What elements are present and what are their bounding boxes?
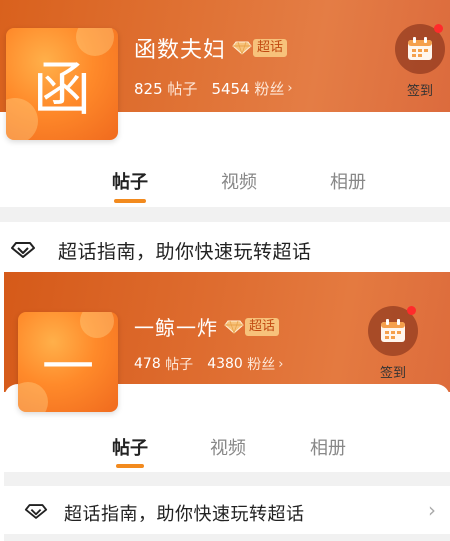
fans-label: 粉丝 [247, 357, 276, 373]
signin-label: 签到 [406, 84, 433, 99]
tab-album[interactable]: 相册 [288, 434, 368, 460]
active-tab-indicator [114, 199, 146, 203]
avatar-glyph: 函 [32, 55, 91, 123]
posts-count: 825 [134, 79, 163, 98]
topic-name-row: 函数夫妇 超话 [134, 32, 288, 64]
guide-text: 超话指南，助你快速玩转超话 [58, 241, 312, 263]
topic-name: 函数夫妇 [134, 38, 227, 63]
topic-name: 一鲸一炸 [134, 316, 218, 340]
guide-row[interactable]: 超话指南，助你快速玩转超话 [0, 228, 450, 270]
chevron-right-icon: › [278, 356, 284, 372]
topic-card-2: 一 一鲸一炸 超话 478 帖子 4380 粉丝 › 签到 帖子 视频 相册 超… [4, 272, 450, 541]
posts-label: 帖子 [165, 357, 194, 373]
tab-album[interactable]: 相册 [308, 168, 388, 194]
tab-videos[interactable]: 视频 [188, 434, 268, 460]
chevron-right-icon: › [287, 81, 293, 96]
calendar-icon [381, 319, 405, 342]
topic-stats[interactable]: 825 帖子 5454 粉丝 › [134, 78, 293, 99]
signin-circle [368, 306, 418, 356]
posts-count: 478 [134, 356, 161, 372]
avatar-glyph: 一 [41, 337, 94, 398]
guide-text: 超话指南，助你快速玩转超话 [64, 504, 305, 525]
notification-dot [407, 306, 416, 315]
section-divider [0, 207, 450, 222]
tab-videos[interactable]: 视频 [199, 168, 279, 194]
chevron-right-icon[interactable]: › [428, 498, 436, 522]
topic-avatar[interactable]: 一 [18, 312, 118, 412]
signin-circle [395, 24, 445, 74]
topic-name-row: 一鲸一炸 超话 [134, 312, 280, 341]
tab-posts[interactable]: 帖子 [90, 168, 170, 194]
diamond-outline-icon [11, 242, 35, 258]
topic-card-1: 函 函数夫妇 超话 825 帖子 5454 粉丝 › 签到 帖子 视频 相册 超… [0, 0, 450, 270]
posts-label: 帖子 [167, 80, 198, 98]
fans-label: 粉丝 [254, 80, 285, 98]
active-tab-indicator [116, 464, 144, 468]
super-topic-badge: 超话 [224, 317, 280, 336]
fans-count: 4380 [207, 356, 243, 372]
super-topic-badge: 超话 [232, 39, 288, 57]
diamond-icon [224, 320, 244, 334]
topic-avatar[interactable]: 函 [6, 28, 118, 140]
notification-dot [434, 24, 443, 33]
diamond-outline-icon [24, 504, 48, 519]
bottom-divider [4, 534, 450, 541]
signin-button[interactable]: 签到 [395, 24, 445, 99]
calendar-icon [408, 37, 432, 60]
signin-label: 签到 [379, 366, 406, 381]
signin-button[interactable]: 签到 [368, 306, 418, 381]
tab-posts[interactable]: 帖子 [90, 434, 170, 460]
topic-stats[interactable]: 478 帖子 4380 粉丝 › [134, 354, 283, 374]
guide-row[interactable]: 超话指南，助你快速玩转超话 › [4, 490, 450, 534]
section-divider [4, 472, 450, 486]
diamond-icon [232, 41, 252, 55]
badge-label: 超话 [253, 39, 288, 57]
badge-label: 超话 [245, 317, 280, 336]
fans-count: 5454 [211, 79, 250, 98]
